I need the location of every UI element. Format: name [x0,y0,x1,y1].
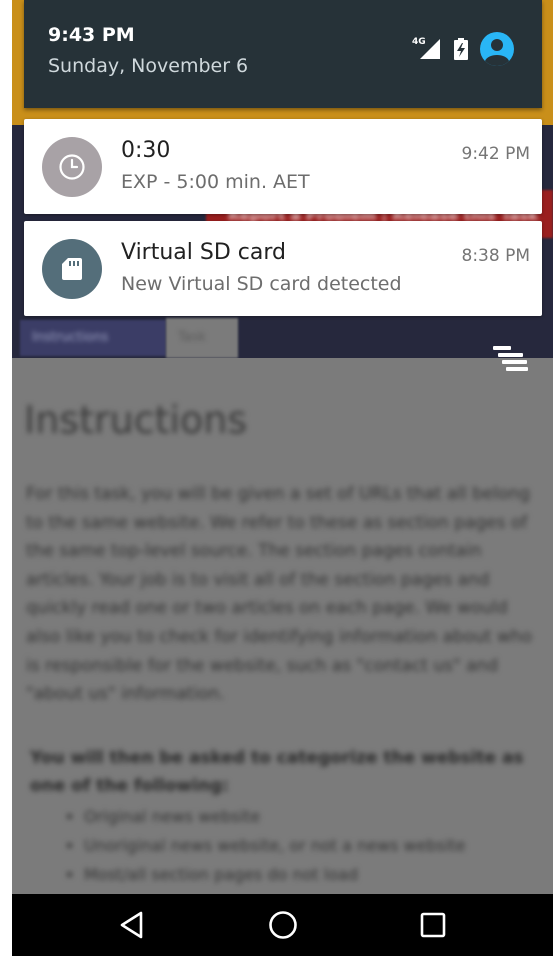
clock-time: 9:43 PM [48,24,135,46]
status-icons: 4G [412,32,514,66]
battery-icon [454,38,468,60]
background-heading: Instructions [24,398,248,442]
background-bold-text: You will then be asked to categorize the… [30,748,524,796]
background-tab-instructions: Instructions [20,320,166,356]
android-screen: Report a Problem | Release this Task Ins… [0,0,553,956]
notification-shade-header[interactable]: 9:43 PM Sunday, November 6 4G [24,0,542,108]
notification-time: 9:42 PM [461,144,531,164]
back-button[interactable] [92,894,172,956]
notification-timer[interactable]: 0:30 EXP - 5:00 min. AET 9:42 PM [24,119,542,214]
background-tab-label: Instructions [32,330,109,345]
notification-icon-badge [42,239,102,299]
list-item: Unoriginal news website, or not a news w… [84,831,553,860]
notification-icon-badge [42,137,102,197]
list-item: Most/all section pages do not load [84,860,553,889]
list-item: Original news website [84,802,553,831]
recents-button[interactable] [393,894,473,956]
notification-title: Virtual SD card [121,240,286,265]
cell-signal-icon: 4G [412,37,442,61]
notification-time: 8:38 PM [461,246,531,266]
home-icon [269,911,297,939]
clock-icon [59,154,85,180]
background-paragraph: For this task, you will be given a set o… [26,484,533,705]
notification-title: 0:30 [121,138,171,163]
user-avatar-icon[interactable] [480,32,514,66]
back-icon [120,911,143,939]
clock-date[interactable]: Sunday, November 6 [48,55,248,77]
background-option-list: Original news website Unoriginal news we… [62,802,553,889]
notification-sd-card[interactable]: Virtual SD card New Virtual SD card dete… [24,221,542,316]
sd-card-icon [62,258,82,280]
background-tab-task: Task [166,318,238,358]
recents-icon [420,912,446,938]
notification-text: EXP - 5:00 min. AET [121,171,310,193]
menu-icon [493,346,529,374]
notification-text: New Virtual SD card detected [121,273,402,295]
home-button[interactable] [243,894,323,956]
background-tab-label: Task [178,330,207,345]
navigation-bar [12,894,553,956]
